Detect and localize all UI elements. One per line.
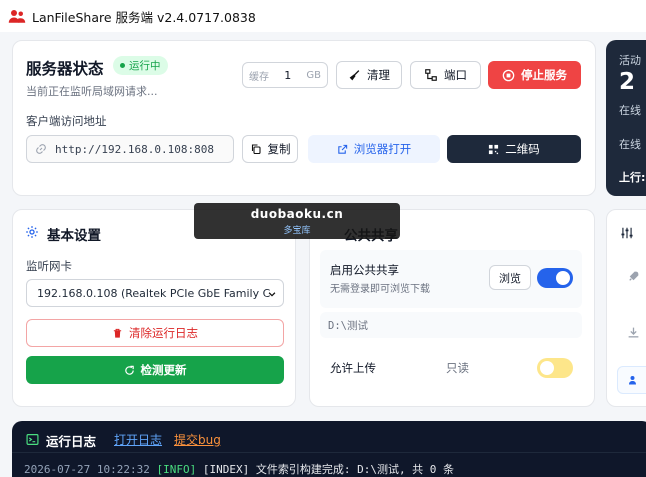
access-url-value: http://192.168.0.108:808 [55, 142, 214, 156]
log-line: 2026-07-27 10:22:32 [INFO] [INDEX] 文件索引构… [24, 461, 454, 477]
check-update-button[interactable]: 检测更新 [26, 356, 284, 384]
toggle-knob [556, 271, 570, 285]
log-divider [12, 452, 646, 453]
online-duration-label: 在线 [619, 138, 641, 151]
readonly-label: 只读 [446, 361, 469, 375]
report-bug-link[interactable]: 提交bug [174, 431, 221, 448]
share-path-value: D:\测试 [328, 320, 368, 332]
broom-icon [349, 69, 360, 80]
users-icon [629, 376, 636, 385]
access-url-label: 客户端访问地址 [26, 114, 107, 128]
log-message: 文件索引构建完成: D:\测试, 共 0 条 [255, 463, 455, 476]
window-title: LanFileShare 服务端 v2.4.0717.0838 [32, 9, 256, 25]
port-button[interactable]: 端口 [410, 61, 481, 89]
active-label: 活动 [619, 54, 641, 67]
share-enable-toggle[interactable] [537, 268, 573, 288]
status-subtitle: 当前正在监听局域网请求... [26, 85, 158, 98]
nic-select[interactable]: 192.168.0.108 (Realtek PCIe GbE Family C [26, 279, 284, 307]
nic-label: 监听网卡 [26, 259, 72, 273]
link-icon [36, 144, 46, 154]
sliders-icon [621, 227, 633, 239]
trash-icon [113, 328, 122, 338]
log-level: [INFO] [156, 463, 197, 476]
rocket-icon [629, 271, 639, 281]
connection-stats-panel: 活动 2 在线 在线 上行: [606, 40, 646, 196]
run-log-panel: 运行日志 打开日志 提交bug 2026-07-27 10:22:32 [INF… [12, 421, 646, 477]
run-log-title: 运行日志 [46, 434, 97, 449]
terminal-icon [26, 434, 39, 445]
cache-size-input[interactable]: 缓存 1 GB [242, 62, 328, 88]
external-link-icon [338, 144, 347, 154]
cache-unit: GB [306, 69, 321, 81]
download-icon [628, 327, 639, 338]
stop-service-button[interactable]: 停止服务 [488, 61, 581, 89]
upload-speed-label: 上行: [619, 171, 646, 184]
qrcode-button[interactable]: 二维码 [447, 135, 581, 163]
log-tag: [INDEX] [202, 463, 250, 476]
log-time: 2026-07-27 10:22:32 [24, 463, 150, 476]
toggle-knob [540, 361, 554, 375]
title-bar: LanFileShare 服务端 v2.4.0717.0838 [0, 0, 646, 32]
watermark: duobaoku.cn 多宝库 [194, 203, 400, 239]
copy-url-button[interactable]: 复制 [242, 135, 298, 163]
allow-upload-toggle[interactable] [537, 358, 573, 378]
share-enable-label: 启用公共共享 [330, 263, 399, 277]
status-dot-icon [120, 63, 125, 68]
basic-settings-title: 基本设置 [47, 228, 101, 244]
chevron-down-icon [268, 292, 276, 297]
clear-cache-button[interactable]: 清理 [336, 61, 402, 89]
watermark-sub: 多宝库 [283, 225, 311, 236]
active-count: 2 [619, 69, 636, 95]
open-in-browser-button[interactable]: 浏览器打开 [308, 135, 440, 163]
copy-icon [251, 144, 261, 155]
cache-label: 缓存 [249, 71, 269, 83]
browse-button[interactable]: 浏览 [489, 265, 531, 290]
open-log-link[interactable]: 打开日志 [114, 431, 162, 448]
access-url-field[interactable]: http://192.168.0.108:808 [26, 135, 234, 163]
stop-circle-icon [502, 69, 515, 81]
nic-select-value: 192.168.0.108 (Realtek PCIe GbE Family C [37, 286, 271, 300]
watermark-main: duobaoku.cn [250, 206, 344, 221]
refresh-icon [124, 365, 134, 375]
share-enable-desc: 无需登录即可浏览下载 [330, 284, 430, 295]
qrcode-icon [489, 144, 499, 154]
tools-card [606, 209, 646, 407]
online-label: 在线 [619, 104, 641, 117]
clear-log-button[interactable]: 清除运行日志 [26, 319, 284, 347]
server-status-title: 服务器状态 [26, 60, 104, 78]
cache-value[interactable]: 1 [284, 69, 291, 82]
gear-icon [26, 226, 38, 238]
allow-upload-label: 允许上传 [330, 361, 376, 375]
user-button[interactable] [617, 366, 646, 394]
status-badge: 运行中 [113, 56, 168, 75]
network-icon [425, 69, 437, 81]
users-icon [8, 10, 26, 23]
